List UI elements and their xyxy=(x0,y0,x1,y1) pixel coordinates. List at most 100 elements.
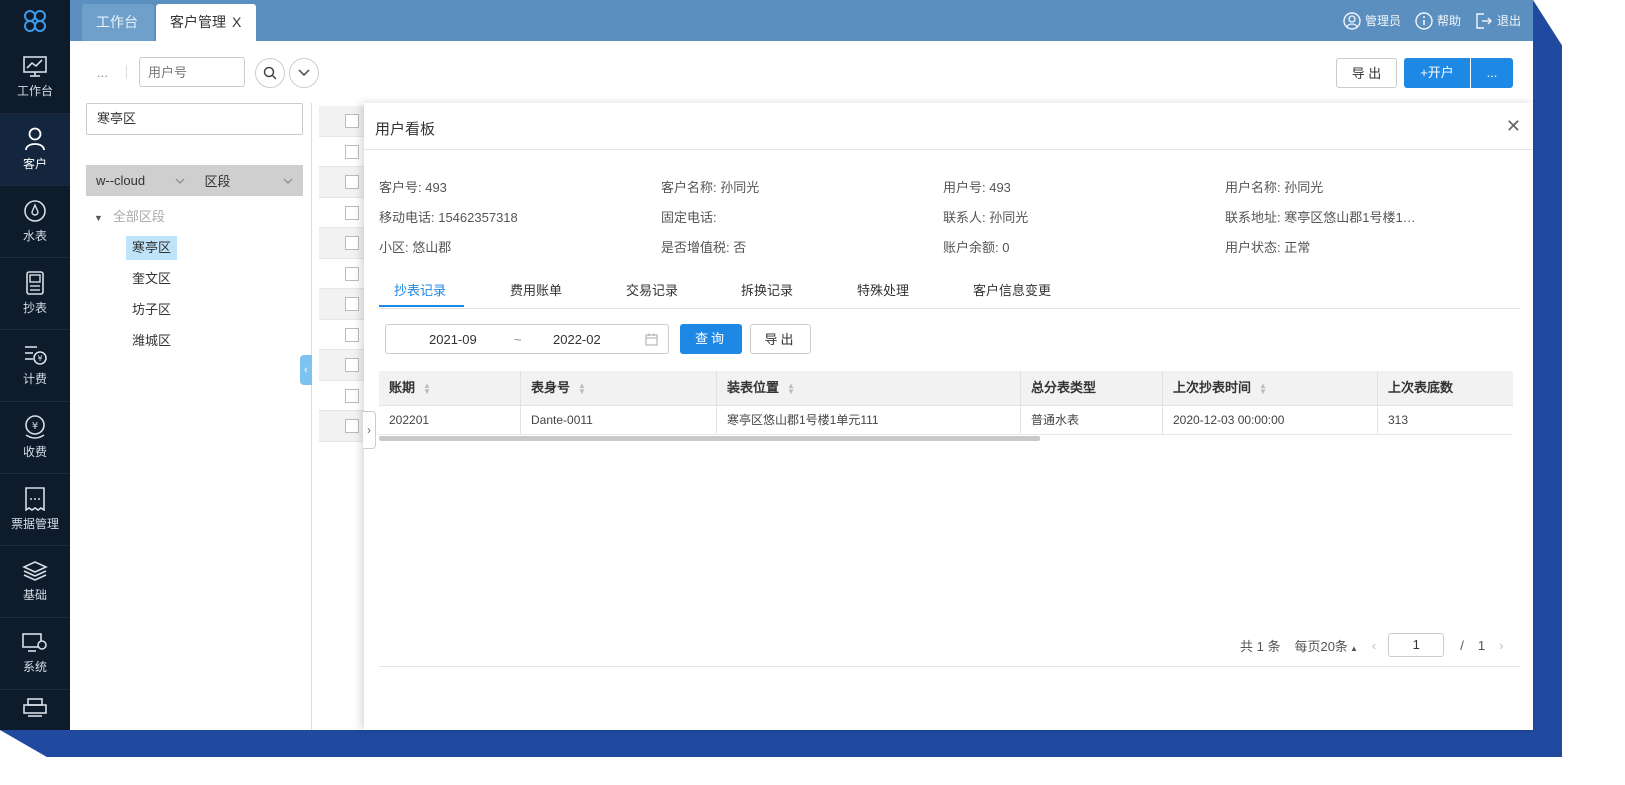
row-checkbox[interactable] xyxy=(345,327,359,342)
column-header[interactable]: 装表位置 ▲ ▼ xyxy=(717,371,1021,405)
sidebar-label: 系统 xyxy=(22,660,47,674)
tab-close-icon[interactable]: X xyxy=(232,14,241,30)
info-field: 移动电话: 15462357318 xyxy=(379,210,518,223)
sidebar-item-customer[interactable]: 客户 xyxy=(0,114,70,186)
logout-link[interactable]: 退出 xyxy=(1475,12,1521,30)
column-header[interactable]: 账期 ▲ ▼ xyxy=(379,371,521,405)
sidebar: 工作台 客户 水表 抄表 ¥ 计费 ¥ 收费 票据管理 基础 系统 xyxy=(0,0,70,730)
row-checkbox[interactable] xyxy=(345,419,359,433)
tab-transactions[interactable]: 交易记录 xyxy=(626,280,678,299)
sidebar-item-charging[interactable]: ¥ 收费 xyxy=(0,402,70,474)
date-range-picker[interactable]: 2021-09 ~ 2022-02 xyxy=(385,324,669,354)
sidebar-item-water-meter[interactable]: 水表 xyxy=(0,186,70,258)
tab-special-handling[interactable]: 特殊处理 xyxy=(857,280,909,299)
sort-icon[interactable]: ▲ ▼ xyxy=(787,381,795,395)
sidebar-item-meter-reading[interactable]: 抄表 xyxy=(0,258,70,330)
chevron-left-icon: ‹ xyxy=(304,364,308,376)
pager-divider xyxy=(379,666,1520,667)
table-row xyxy=(319,381,364,411)
tree-node[interactable]: 坊子区 xyxy=(126,298,177,322)
sidebar-item-ticket-management[interactable]: 票据管理 xyxy=(0,474,70,546)
table-row xyxy=(319,411,364,442)
sort-icon[interactable]: ▲ ▼ xyxy=(423,381,431,395)
cloud-select[interactable]: w--cloud xyxy=(86,165,195,196)
export-records-button[interactable]: 导出 xyxy=(750,324,811,354)
row-checkbox[interactable] xyxy=(345,297,359,311)
tree-node[interactable]: 寒亭区 xyxy=(126,236,178,260)
row-checkbox[interactable] xyxy=(345,358,359,372)
horizontal-scrollbar[interactable] xyxy=(379,436,1040,441)
district-search-input[interactable]: 寒亭区 xyxy=(86,103,303,135)
calendar-icon xyxy=(645,333,658,346)
sidebar-item-billing[interactable]: ¥ 计费 xyxy=(0,330,70,402)
sort-icon[interactable]: ▲ ▼ xyxy=(578,381,586,395)
row-checkbox[interactable] xyxy=(345,205,359,220)
export-button[interactable]: 导 出 xyxy=(1336,58,1397,88)
tab-fee-bills[interactable]: 费用账单 xyxy=(510,280,562,299)
page-size-select[interactable]: 每页20条 ▲ xyxy=(1294,636,1357,655)
tree-node[interactable]: 潍城区 xyxy=(126,329,177,353)
table-row xyxy=(319,289,364,320)
sidebar-item-system[interactable]: 系统 xyxy=(0,618,70,690)
tree-node[interactable]: 奎文区 xyxy=(126,267,177,291)
user-avatar-icon xyxy=(1343,11,1361,30)
user-icon xyxy=(25,127,45,151)
segment-select[interactable]: 区段 xyxy=(195,165,304,196)
sidebar-item-basics[interactable]: 基础 xyxy=(0,546,70,618)
row-checkbox[interactable] xyxy=(345,144,359,159)
sidebar-item-workbench[interactable]: 工作台 xyxy=(0,42,70,114)
search-button[interactable] xyxy=(255,58,285,88)
sidebar-label: 收费 xyxy=(22,445,47,459)
tab-customer-management[interactable]: 客户管理 X xyxy=(156,4,256,41)
open-account-button[interactable]: +开户 xyxy=(1404,58,1470,88)
info-field: 联系人: 孙同光 xyxy=(943,210,1029,223)
row-checkbox[interactable] xyxy=(345,114,359,128)
more-actions-button[interactable]: ... xyxy=(1471,58,1513,88)
close-icon[interactable]: ✕ xyxy=(1506,116,1521,137)
svg-text:¥: ¥ xyxy=(32,421,38,432)
app-logo[interactable] xyxy=(0,0,70,42)
table-cell: 313 xyxy=(1388,413,1409,427)
sidebar-label: 票据管理 xyxy=(10,517,59,531)
device-icon xyxy=(26,271,44,295)
tab-workbench[interactable]: 工作台 xyxy=(82,4,154,41)
page-number-input[interactable]: 1 xyxy=(1388,633,1445,657)
printer-icon xyxy=(23,698,47,717)
row-checkbox[interactable] xyxy=(345,236,359,250)
tab-customer-info-change[interactable]: 客户信息变更 xyxy=(973,280,1051,299)
layers-icon xyxy=(22,561,48,581)
column-header[interactable]: 表身号 ▲ ▼ xyxy=(521,371,717,405)
sidebar-label: 抄表 xyxy=(22,301,47,315)
info-field: 固定电话: xyxy=(661,210,717,223)
user-number-input[interactable] xyxy=(139,57,245,87)
info-field: 用户号: 493 xyxy=(943,180,1011,193)
sidebar-item-more[interactable] xyxy=(0,690,70,730)
cloud-select-value: w--cloud xyxy=(96,173,146,188)
admin-label: 管理员 xyxy=(1364,14,1401,28)
prev-page-icon[interactable]: ‹ xyxy=(1372,638,1376,653)
expand-filter-button[interactable] xyxy=(289,58,319,88)
sort-icon[interactable]: ▲ ▼ xyxy=(1259,381,1267,395)
billing-icon: ¥ xyxy=(25,346,47,365)
chevron-down-icon xyxy=(283,178,293,184)
tab-replacement-records[interactable]: 拆换记录 xyxy=(741,280,793,299)
column-header-label: 上次抄表时间 xyxy=(1173,380,1252,395)
caret-down-icon[interactable]: ▼ xyxy=(94,213,103,223)
column-header: 总分表类型 xyxy=(1021,371,1163,405)
collapse-left-panel-button[interactable]: ‹ xyxy=(300,355,312,385)
next-page-icon[interactable]: › xyxy=(1499,638,1503,653)
row-checkbox[interactable] xyxy=(345,266,359,281)
column-header[interactable]: 上次抄表时间 ▲ ▼ xyxy=(1163,371,1378,405)
expand-drawer-button[interactable]: › xyxy=(363,411,376,449)
info-field: 是否增值税: 否 xyxy=(661,240,747,253)
admin-menu[interactable]: 管理员 xyxy=(1343,11,1401,30)
row-checkbox[interactable] xyxy=(345,388,359,403)
breadcrumb-dots[interactable]: ... xyxy=(97,65,108,80)
table-row[interactable]: 202201 Dante-0011 寒亭区悠山郡1号楼1单元111 普通水表 2… xyxy=(379,406,1513,435)
query-button[interactable]: 查询 xyxy=(680,324,742,354)
tree-root[interactable]: ▼ 全部区段 xyxy=(86,205,303,229)
tab-meter-reading-records[interactable]: 抄表记录 xyxy=(394,280,446,299)
help-link[interactable]: 帮助 xyxy=(1415,11,1461,30)
logo-icon xyxy=(24,10,46,32)
row-checkbox[interactable] xyxy=(345,175,359,189)
